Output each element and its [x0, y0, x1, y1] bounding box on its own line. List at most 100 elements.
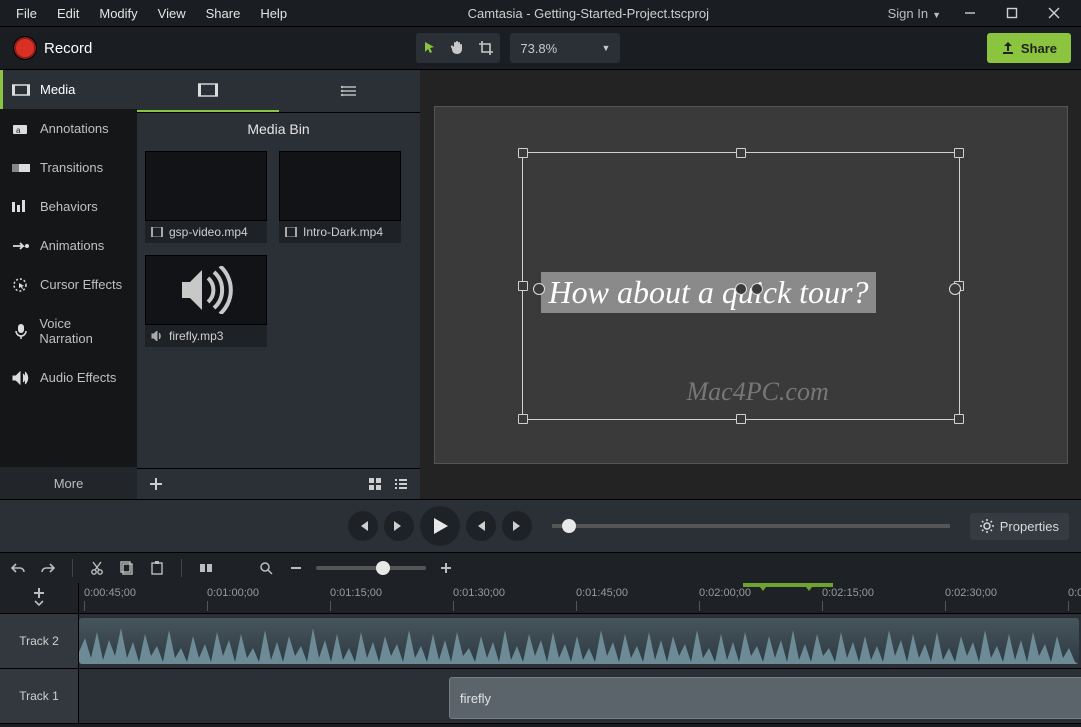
animations-icon — [12, 239, 30, 253]
sidebar-item-label: Transitions — [40, 160, 103, 175]
media-clip[interactable]: gsp-video.mp4 — [145, 151, 267, 243]
chevron-down-icon[interactable] — [34, 600, 44, 608]
next-clip-button[interactable] — [502, 511, 532, 541]
record-label: Record — [44, 40, 92, 57]
select-tool-button[interactable] — [416, 34, 444, 62]
voice-narration-icon — [12, 324, 29, 338]
window-close-button[interactable] — [1033, 0, 1075, 26]
add-track-icon[interactable] — [33, 588, 45, 598]
bin-tab-library[interactable] — [279, 70, 421, 112]
text-resize-handle[interactable] — [949, 283, 961, 295]
sidebar-item-cursor-effects[interactable]: Cursor Effects — [0, 265, 137, 304]
crop-tool-button[interactable] — [472, 34, 500, 62]
canvas-area: How about a quick tour? Mac4PC.com — [420, 70, 1081, 499]
resize-handle[interactable] — [518, 414, 528, 424]
track-header[interactable]: Track 2 — [0, 614, 79, 668]
ruler-tick: 0:01:30;00 — [453, 587, 505, 599]
sidebar-item-behaviors[interactable]: Behaviors — [0, 187, 137, 226]
marker-icon[interactable] — [803, 583, 815, 591]
slider-knob[interactable] — [562, 519, 576, 533]
properties-label: Properties — [1000, 519, 1059, 534]
redo-button[interactable] — [38, 558, 58, 578]
sidebar-item-voice-narration[interactable]: Voice Narration — [0, 304, 137, 358]
menu-modify[interactable]: Modify — [89, 3, 147, 24]
resize-handle[interactable] — [736, 148, 746, 158]
speaker-icon — [178, 266, 234, 314]
play-button[interactable] — [420, 506, 460, 546]
sidebar-item-annotations[interactable]: a Annotations — [0, 109, 137, 148]
text-clip[interactable]: firefly — [449, 677, 1081, 719]
cut-button[interactable] — [87, 558, 107, 578]
bin-tab-media[interactable] — [137, 70, 279, 112]
add-media-button[interactable] — [143, 471, 169, 497]
properties-button[interactable]: Properties — [970, 513, 1069, 540]
media-clip[interactable]: firefly.mp3 — [145, 255, 267, 347]
audio-icon — [151, 331, 163, 341]
media-clip[interactable]: Intro-Dark.mp4 — [279, 151, 401, 243]
ruler-tick: 0:02:15;00 — [822, 587, 874, 599]
list-view-button[interactable] — [388, 471, 414, 497]
resize-handle[interactable] — [518, 281, 528, 291]
window-maximize-button[interactable] — [991, 0, 1033, 26]
grid-view-button[interactable] — [362, 471, 388, 497]
text-resize-handle[interactable] — [533, 283, 545, 295]
prev-clip-button[interactable] — [466, 511, 496, 541]
sidebar-more-button[interactable]: More — [0, 467, 137, 499]
ruler-ticks[interactable]: 0:00:45;00 0:01:00;00 0:01:15;00 0:01:30… — [79, 583, 1081, 613]
ruler-tick: 0:02:45;00 — [1068, 587, 1081, 599]
clip-thumbnail — [145, 255, 267, 325]
canvas-headline-text[interactable]: How about a quick tour? — [541, 272, 877, 313]
copy-button[interactable] — [117, 558, 137, 578]
sidebar-item-label: Media — [40, 82, 75, 97]
volume-slider[interactable] — [552, 524, 950, 528]
menu-edit[interactable]: Edit — [47, 3, 89, 24]
track-header[interactable]: Track 1 — [0, 669, 79, 723]
clip-thumbnail — [279, 151, 401, 221]
sidebar-item-transitions[interactable]: Transitions — [0, 148, 137, 187]
canvas-tool-group — [416, 33, 500, 63]
zoom-out-button[interactable] — [286, 558, 306, 578]
timeline-ruler[interactable]: 0:00:45;00 0:01:00;00 0:01:15;00 0:01:30… — [0, 583, 1081, 614]
text-resize-handle[interactable] — [751, 283, 763, 295]
zoom-in-button[interactable] — [436, 558, 456, 578]
sidebar-item-media[interactable]: Media — [0, 70, 137, 109]
zoom-dropdown[interactable]: 73.8% ▼ — [510, 33, 620, 63]
window-minimize-button[interactable] — [949, 0, 991, 26]
undo-button[interactable] — [8, 558, 28, 578]
marker-icon[interactable] — [757, 583, 769, 591]
menu-share[interactable]: Share — [196, 3, 251, 24]
resize-handle[interactable] — [954, 148, 964, 158]
audio-clip[interactable] — [79, 618, 1079, 664]
sidebar-item-animations[interactable]: Animations — [0, 226, 137, 265]
pan-tool-button[interactable] — [444, 34, 472, 62]
transitions-icon — [12, 161, 30, 175]
menu-file[interactable]: File — [6, 3, 47, 24]
resize-handle[interactable] — [736, 414, 746, 424]
ruler-tick: 0:01:15;00 — [330, 587, 382, 599]
zoom-value: 73.8% — [520, 41, 557, 56]
share-button[interactable]: Share — [987, 33, 1071, 63]
resize-handle[interactable] — [954, 414, 964, 424]
paste-button[interactable] — [147, 558, 167, 578]
next-frame-button[interactable] — [384, 511, 414, 541]
record-button[interactable]: Record — [0, 37, 106, 59]
sidebar-item-audio-effects[interactable]: Audio Effects — [0, 358, 137, 397]
filmstrip-icon — [151, 227, 163, 237]
timeline-zoom-slider[interactable] — [316, 566, 426, 570]
sidebar-item-label: Cursor Effects — [40, 277, 122, 292]
prev-frame-button[interactable] — [348, 511, 378, 541]
canvas[interactable]: How about a quick tour? Mac4PC.com — [434, 106, 1068, 464]
split-button[interactable] — [196, 558, 216, 578]
track-lane[interactable] — [79, 614, 1081, 668]
ruler-tick: 0:01:00;00 — [207, 587, 259, 599]
text-resize-handle[interactable] — [735, 283, 747, 295]
svg-text:a: a — [16, 126, 21, 135]
share-label: Share — [1021, 41, 1057, 56]
clip-name: firefly.mp3 — [169, 329, 223, 343]
track-lane[interactable]: firefly — [79, 669, 1081, 723]
sign-in-button[interactable]: Sign In▼ — [880, 6, 949, 21]
resize-handle[interactable] — [518, 148, 528, 158]
menu-help[interactable]: Help — [250, 3, 297, 24]
menu-view[interactable]: View — [148, 3, 196, 24]
slider-knob[interactable] — [376, 561, 390, 575]
